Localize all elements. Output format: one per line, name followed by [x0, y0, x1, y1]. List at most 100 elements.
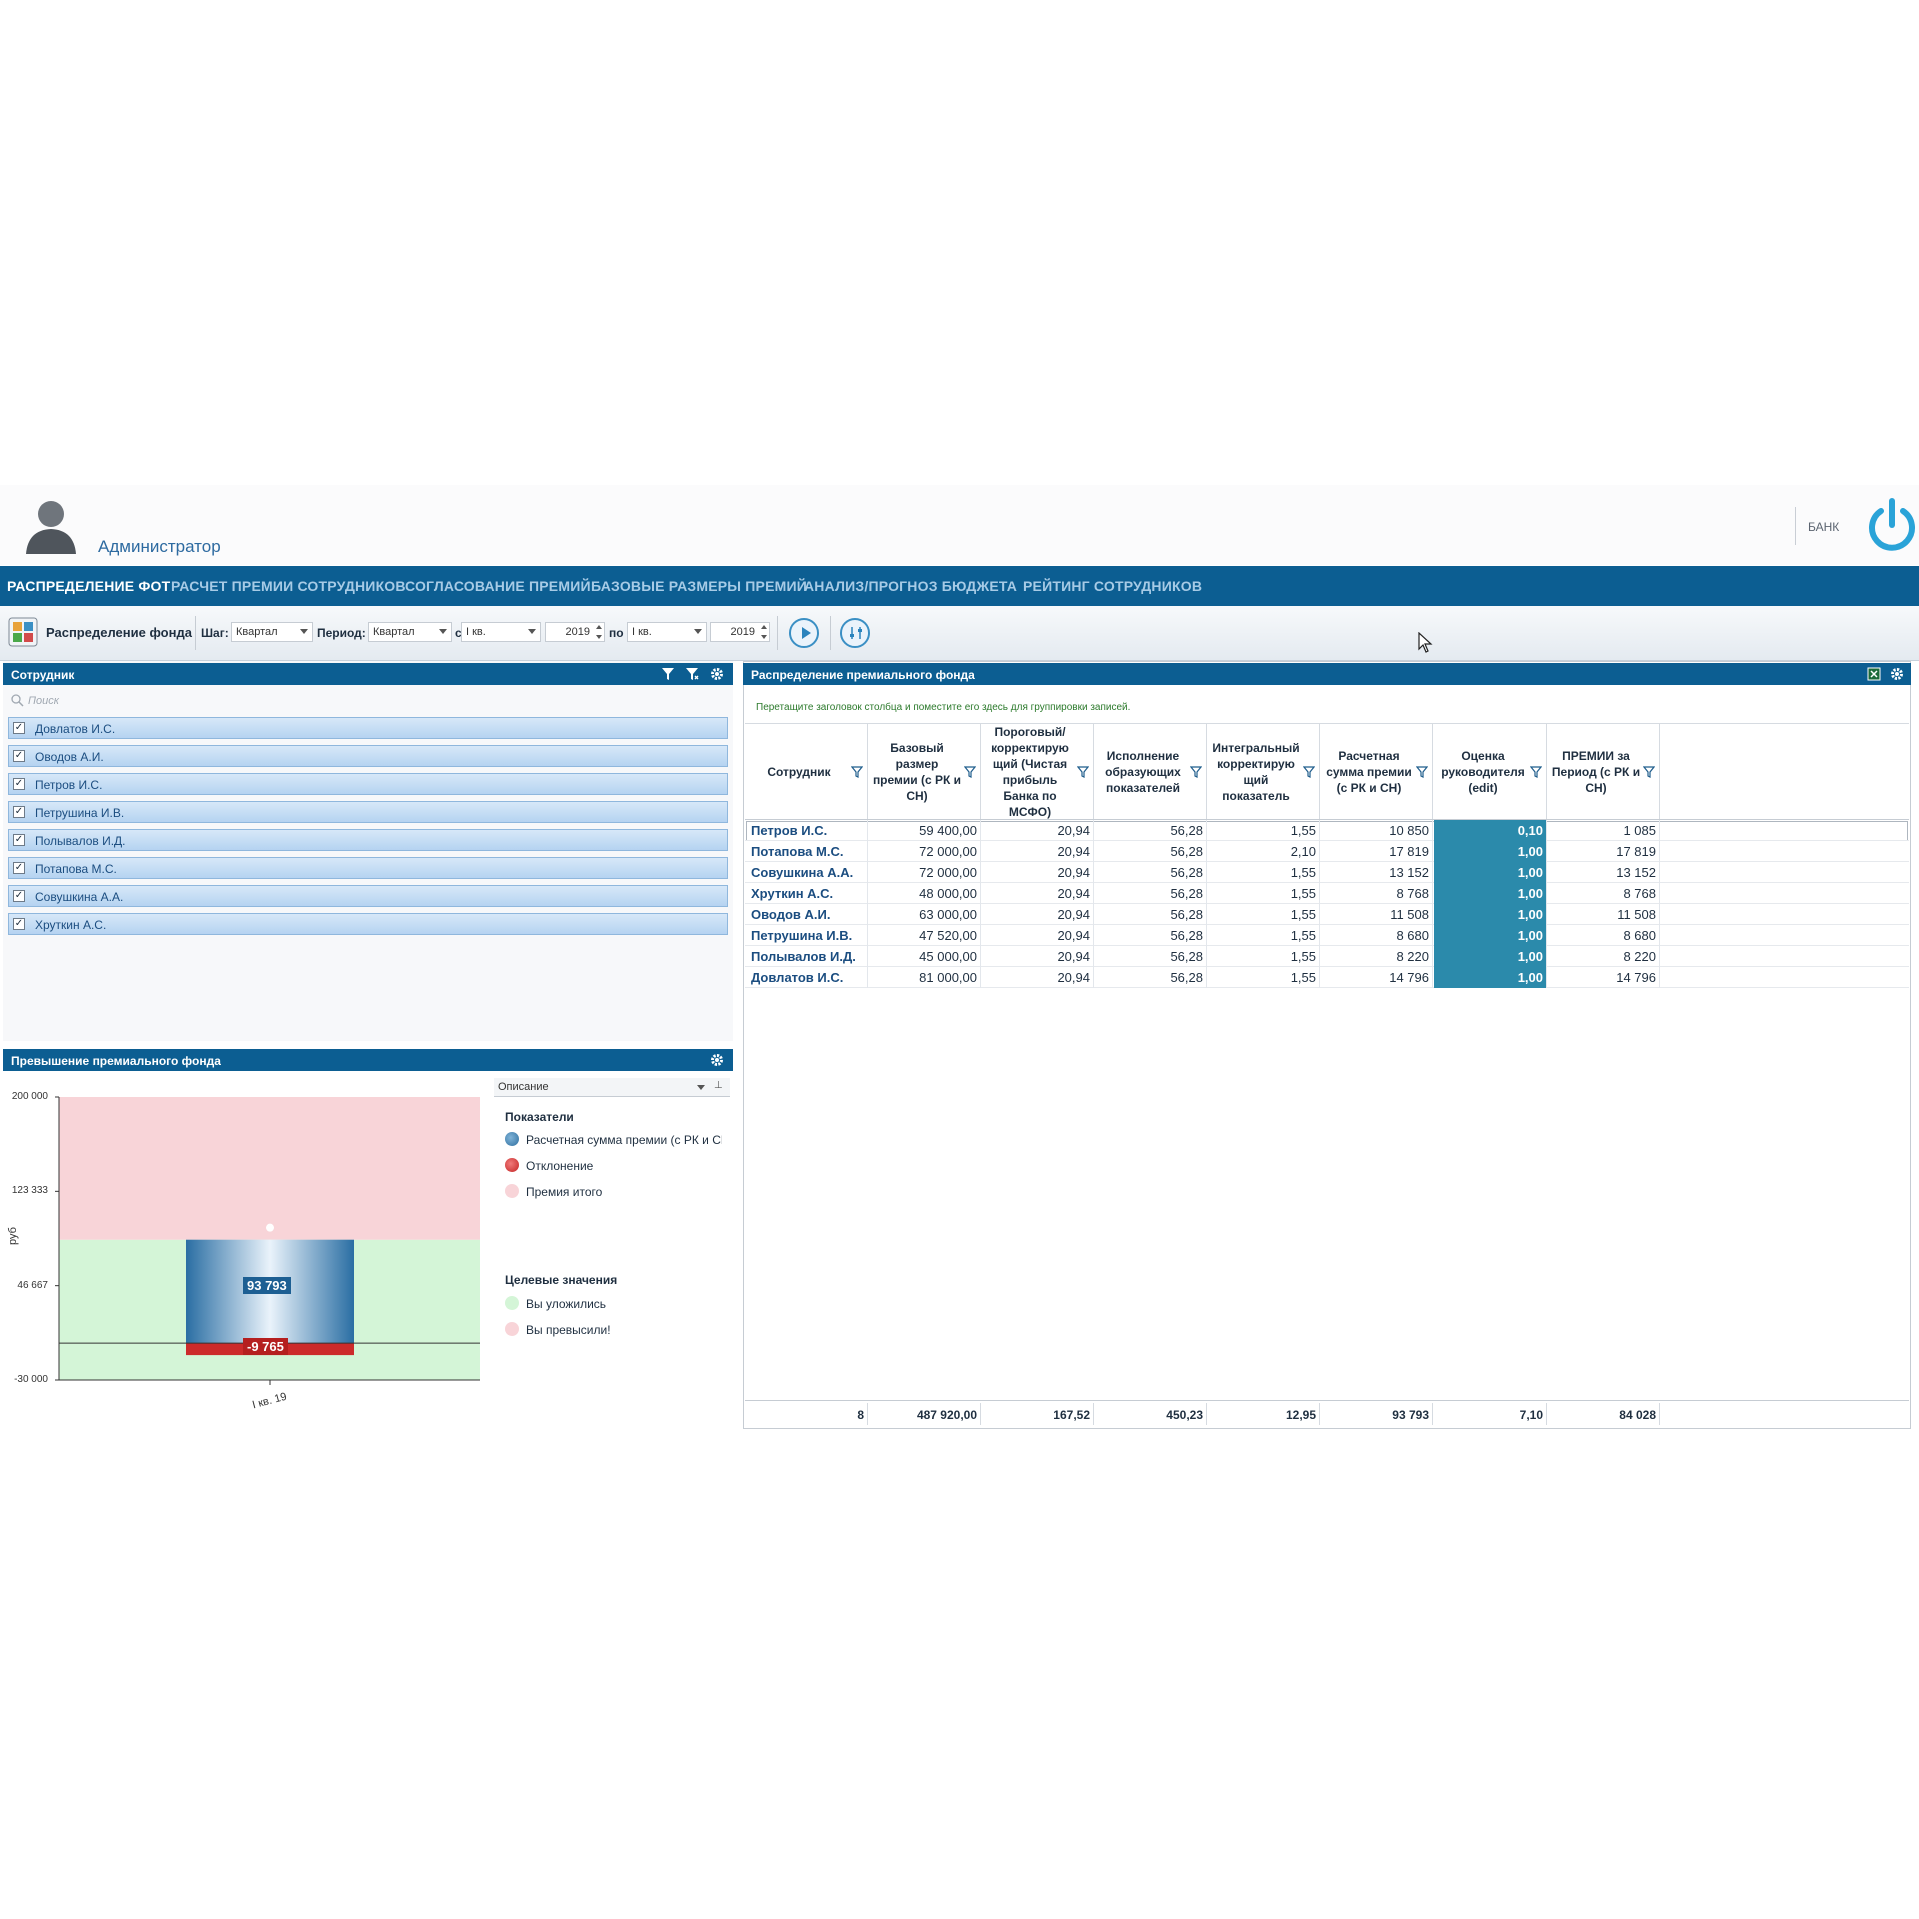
filter-clear-icon[interactable] — [685, 667, 699, 681]
column-header[interactable]: Оценка руководителя (edit) — [1434, 724, 1547, 819]
excel-export-icon[interactable] — [1867, 667, 1881, 681]
table-cell: 13 152 — [1320, 862, 1433, 883]
manager-score-cell[interactable]: 1,00 — [1434, 862, 1547, 883]
employee-search[interactable]: Поиск — [8, 690, 728, 712]
column-filter-icon[interactable] — [1077, 766, 1089, 778]
table-cell: 17 819 — [1320, 841, 1433, 862]
chevron-down-icon — [439, 629, 447, 634]
chevron-down-icon — [528, 629, 536, 634]
legend-dot-ok — [505, 1296, 519, 1310]
table-cell: 8 220 — [1547, 946, 1660, 967]
column-filter-icon[interactable] — [964, 766, 976, 778]
y-axis-label: руб — [6, 1227, 19, 1245]
employee-list-item[interactable]: ✓ Оводов А.И. — [8, 745, 728, 767]
column-filter-icon[interactable] — [1190, 766, 1202, 778]
gear-icon[interactable] — [710, 1053, 724, 1067]
employee-list-item[interactable]: ✓ Полывалов И.Д. — [8, 829, 728, 851]
employee-list-item[interactable]: ✓ Петрушина И.В. — [8, 801, 728, 823]
column-header[interactable]: Исполнение образующих показателей — [1094, 724, 1207, 819]
column-header[interactable]: Интегральный корректирую щий показатель — [1207, 724, 1320, 819]
column-filter-icon[interactable] — [1303, 766, 1315, 778]
mouse-cursor-icon — [1418, 632, 1433, 653]
gear-icon[interactable] — [710, 667, 724, 681]
to-year-spinner[interactable]: 2019 — [710, 622, 770, 642]
from-year-spinner[interactable]: 2019 — [545, 622, 605, 642]
chevron-down-icon[interactable] — [697, 1085, 705, 1090]
column-filter-icon[interactable] — [1530, 766, 1542, 778]
column-header[interactable]: Базовый размер премии (с РК и СН) — [868, 724, 981, 819]
pin-icon[interactable]: ⊥ — [714, 1080, 723, 1091]
chevron-down-icon — [300, 629, 308, 634]
manager-score-cell[interactable]: 1,00 — [1434, 946, 1547, 967]
employee-name: Потапова М.С. — [35, 862, 117, 876]
manager-score-cell[interactable]: 1,00 — [1434, 883, 1547, 904]
y-tick-label: 46 667 — [17, 1280, 48, 1291]
legend-dot-over — [505, 1322, 519, 1336]
table-cell: 17 819 — [1547, 841, 1660, 862]
column-header[interactable]: Расчетная сумма премии (с РК и СН) — [1320, 724, 1433, 819]
table-cell: 56,28 — [1094, 967, 1207, 988]
column-filter-icon[interactable] — [1416, 766, 1428, 778]
y-tick-label: -30 000 — [14, 1374, 48, 1385]
checkbox-checked-icon[interactable]: ✓ — [13, 750, 25, 762]
nav-item-approval[interactable]: СОГЛАСОВАНИЕ ПРЕМИЙ — [405, 578, 591, 594]
column-header[interactable]: Сотрудник — [745, 724, 868, 819]
table-cell: Петрушина И.В. — [745, 925, 868, 946]
checkbox-checked-icon[interactable]: ✓ — [13, 834, 25, 846]
nav-item-bonus-calc[interactable]: РАСЧЕТ ПРЕМИИ СОТРУДНИКОВ — [171, 578, 406, 594]
manager-score-cell[interactable]: 1,00 — [1434, 967, 1547, 988]
checkbox-checked-icon[interactable]: ✓ — [13, 890, 25, 902]
column-header[interactable]: Пороговый/ корректирую щий (Чистая прибы… — [981, 724, 1094, 819]
checkbox-checked-icon[interactable]: ✓ — [13, 918, 25, 930]
column-header[interactable]: ПРЕМИИ за Период (с РК и СН) — [1547, 724, 1660, 819]
table-cell: 8 768 — [1547, 883, 1660, 904]
column-header-label: Расчетная сумма премии (с РК и СН) — [1326, 748, 1412, 795]
nav-item-rating[interactable]: РЕЙТИНГ СОТРУДНИКОВ — [1023, 578, 1202, 594]
checkbox-checked-icon[interactable]: ✓ — [13, 862, 25, 874]
manager-score-cell[interactable]: 1,00 — [1434, 841, 1547, 862]
manager-score-cell[interactable]: 0,10 — [1434, 820, 1547, 841]
nav-item-base-sizes[interactable]: БАЗОВЫЕ РАЗМЕРЫ ПРЕМИЙ — [591, 578, 807, 594]
spin-up-icon[interactable] — [761, 625, 767, 629]
employee-list-item[interactable]: ✓ Хруткин А.С. — [8, 913, 728, 935]
employee-list-item[interactable]: ✓ Потапова М.С. — [8, 857, 728, 879]
manager-score-cell[interactable]: 1,00 — [1434, 925, 1547, 946]
from-quarter-select[interactable]: I кв. — [461, 622, 541, 642]
filter-icon[interactable] — [661, 667, 675, 681]
checkbox-checked-icon[interactable]: ✓ — [13, 722, 25, 734]
employee-list-item[interactable]: ✓ Довлатов И.С. — [8, 717, 728, 739]
spin-up-icon[interactable] — [596, 625, 602, 629]
nav-item-fot[interactable]: РАСПРЕДЕЛЕНИЕ ФОТ — [7, 578, 170, 594]
main-nav: РАСПРЕДЕЛЕНИЕ ФОТ РАСЧЕТ ПРЕМИИ СОТРУДНИ… — [0, 566, 1919, 606]
table-cell: 1 085 — [1547, 820, 1660, 841]
employee-panel-title: Сотрудник — [11, 668, 75, 682]
chevron-down-icon — [694, 629, 702, 634]
table-cell: Совушкина А.А. — [745, 862, 868, 883]
footer-total-cell: 12,95 — [1207, 1403, 1320, 1425]
to-quarter-select[interactable]: I кв. — [627, 622, 707, 642]
column-filter-icon[interactable] — [851, 766, 863, 778]
footer-total-cell: 450,23 — [1094, 1403, 1207, 1425]
nav-item-budget[interactable]: АНАЛИЗ/ПРОГНОЗ БЮДЖЕТА — [804, 578, 1017, 594]
chart-settings-button[interactable] — [840, 618, 870, 648]
run-button[interactable] — [789, 618, 819, 648]
gear-icon[interactable] — [1890, 667, 1904, 681]
period-select[interactable]: Квартал — [368, 622, 452, 642]
search-icon — [11, 694, 24, 707]
employee-list-item[interactable]: ✓ Совушкина А.А. — [8, 885, 728, 907]
column-filter-icon[interactable] — [1643, 766, 1655, 778]
checkbox-checked-icon[interactable]: ✓ — [13, 778, 25, 790]
step-select[interactable]: Квартал — [231, 622, 313, 642]
y-tick-label: 200 000 — [11, 1091, 48, 1102]
legend-dropdown[interactable]: Описание ⊥ — [494, 1078, 730, 1097]
checkbox-checked-icon[interactable]: ✓ — [13, 806, 25, 818]
legend-dot-deviation — [505, 1158, 519, 1172]
power-icon[interactable] — [1866, 497, 1918, 553]
footer-total-cell: 8 — [745, 1403, 868, 1425]
spin-down-icon[interactable] — [761, 635, 767, 639]
manager-score-cell[interactable]: 1,00 — [1434, 904, 1547, 925]
employee-list-item[interactable]: ✓ Петров И.С. — [8, 773, 728, 795]
table-cell: 14 796 — [1320, 967, 1433, 988]
group-by-hint[interactable]: Перетащите заголовок столбца и поместите… — [756, 702, 1130, 713]
spin-down-icon[interactable] — [596, 635, 602, 639]
